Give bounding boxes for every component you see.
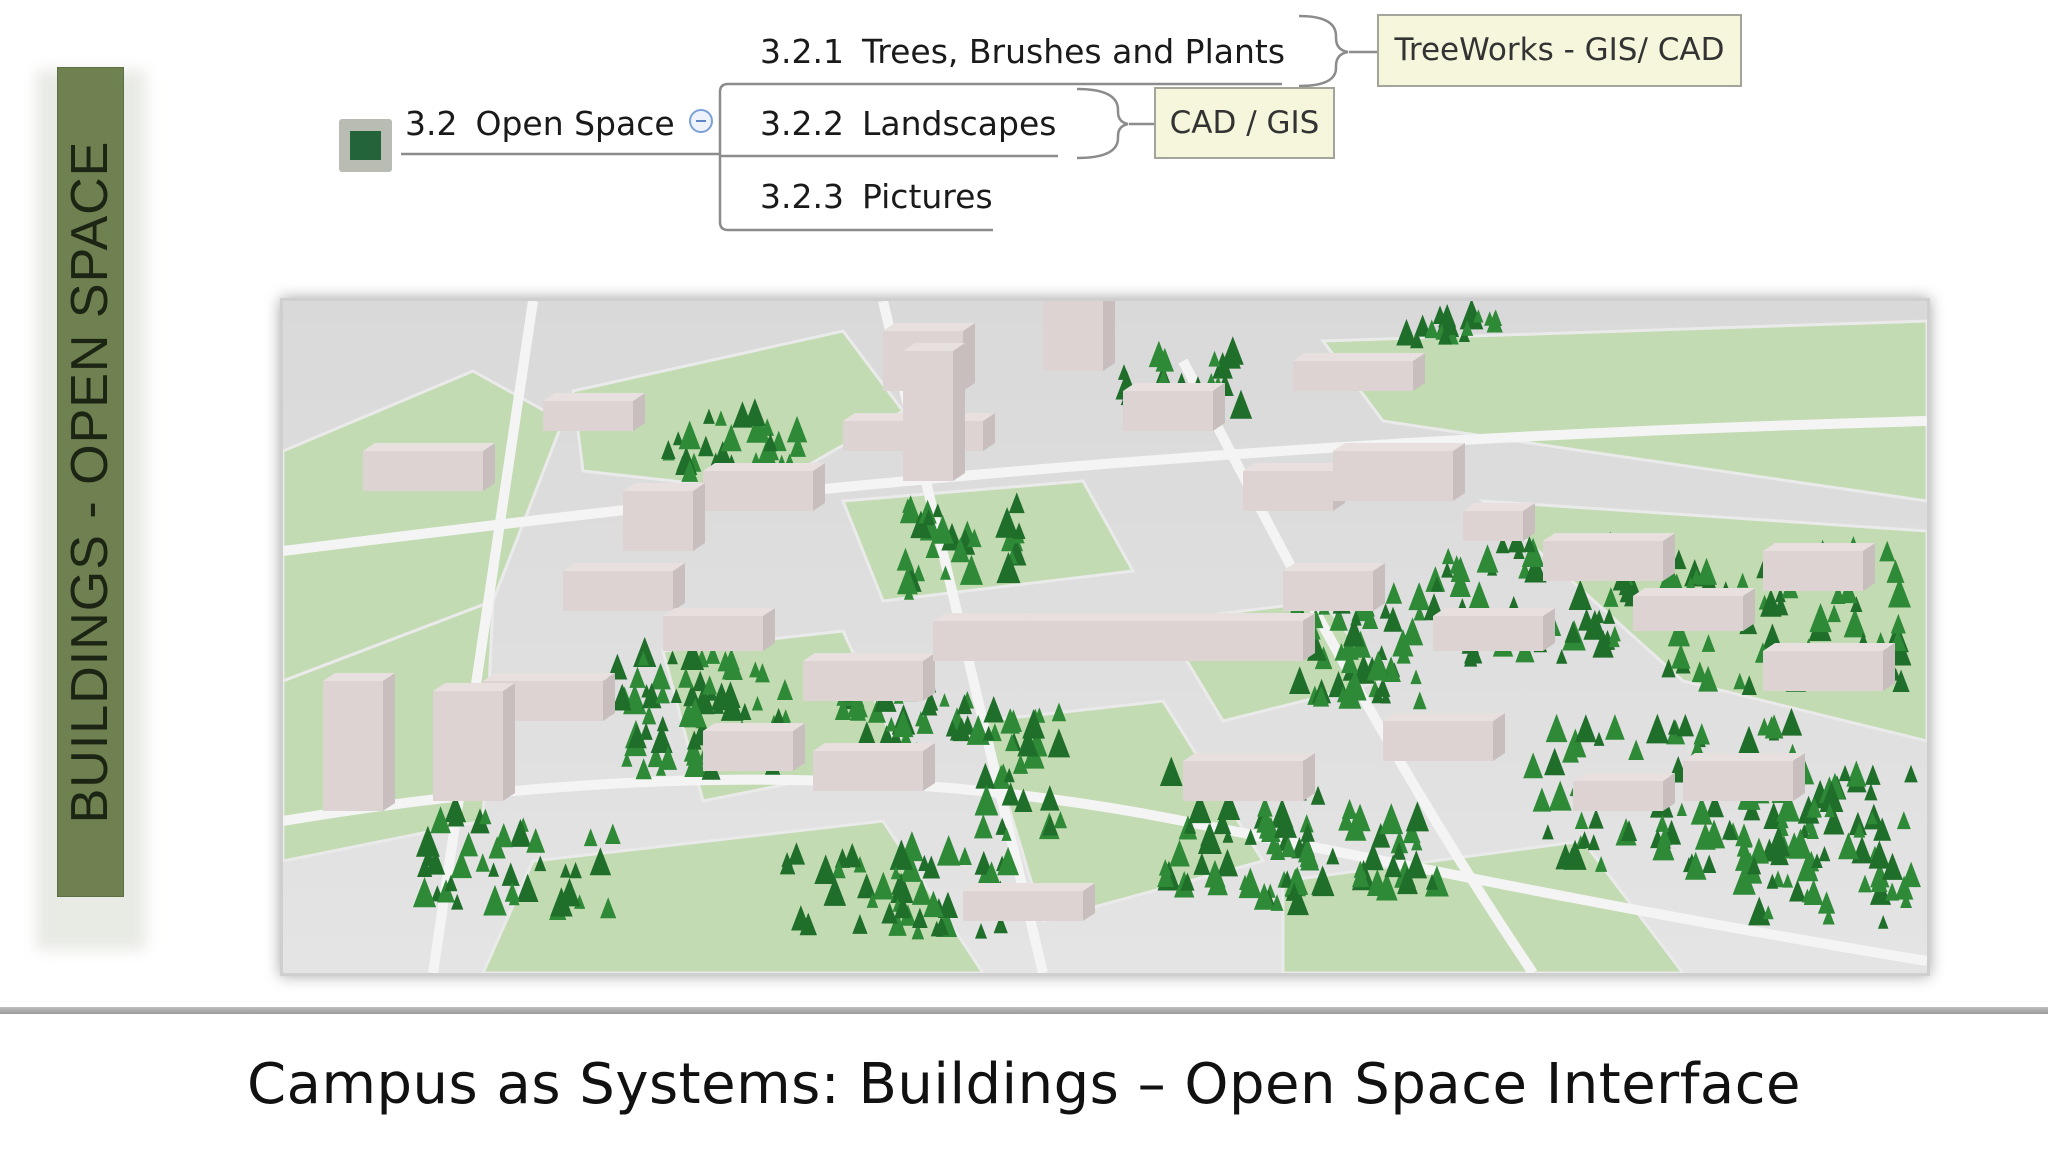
building-block bbox=[703, 463, 825, 511]
mindmap-root[interactable]: 3.2 Open Space bbox=[405, 104, 675, 144]
building-block bbox=[1573, 773, 1675, 811]
mindmap-node-pictures[interactable]: 3.2.3 Pictures bbox=[760, 177, 993, 217]
building-block bbox=[703, 723, 805, 771]
caption-divider bbox=[0, 1007, 2048, 1014]
building-block bbox=[903, 343, 965, 481]
building-block bbox=[433, 683, 515, 801]
root-node-icon[interactable] bbox=[339, 119, 392, 172]
building-block bbox=[1283, 563, 1385, 611]
node-label: Trees, Brushes and Plants bbox=[861, 32, 1286, 71]
tag-cad-gis[interactable]: CAD / GIS bbox=[1154, 87, 1335, 159]
building-block bbox=[1123, 383, 1225, 431]
building-block bbox=[1243, 463, 1345, 511]
node-number: 3.2.1 bbox=[760, 32, 844, 71]
building-block bbox=[1293, 353, 1425, 391]
node-number: 3.2.2 bbox=[760, 104, 844, 143]
building-block bbox=[1683, 753, 1805, 801]
building-block bbox=[563, 563, 685, 611]
building-block bbox=[1183, 753, 1315, 801]
node-label: Landscapes bbox=[861, 104, 1057, 143]
building-block bbox=[1763, 543, 1875, 591]
building-block bbox=[1333, 443, 1465, 501]
building-block bbox=[1633, 588, 1755, 631]
building-block bbox=[1043, 301, 1115, 371]
building-block bbox=[1383, 713, 1505, 761]
building-block bbox=[803, 653, 935, 701]
slide-caption: Campus as Systems: Buildings – Open Spac… bbox=[247, 1052, 1801, 1117]
building-block bbox=[1543, 533, 1675, 581]
root-label: Open Space bbox=[475, 104, 675, 143]
building-block bbox=[663, 608, 775, 651]
node-number: 3.2.3 bbox=[760, 177, 844, 216]
root-number: 3.2 bbox=[405, 104, 458, 143]
mindmap-node-landscapes[interactable]: 3.2.2 Landscapes bbox=[760, 104, 1056, 144]
tag-treeworks[interactable]: TreeWorks - GIS/ CAD bbox=[1377, 14, 1742, 87]
building-block bbox=[813, 743, 935, 791]
campus-3d-render bbox=[280, 298, 1930, 976]
building-block bbox=[1463, 503, 1535, 541]
mindmap-node-trees[interactable]: 3.2.1 Trees, Brushes and Plants bbox=[760, 32, 1285, 72]
building-block bbox=[623, 483, 705, 551]
building-block bbox=[363, 443, 495, 491]
campus-aerial-image bbox=[283, 301, 1927, 973]
building-block bbox=[1763, 643, 1895, 691]
collapse-icon[interactable] bbox=[689, 109, 713, 133]
building-block bbox=[543, 393, 645, 431]
building-block bbox=[963, 883, 1095, 921]
building-block bbox=[1433, 608, 1555, 651]
building-block bbox=[933, 613, 1035, 661]
node-label: Pictures bbox=[861, 177, 993, 216]
building-block bbox=[1023, 613, 1315, 661]
building-block bbox=[323, 673, 395, 811]
side-banner-text: BUILDINGS - OPEN SPACE bbox=[61, 140, 119, 824]
